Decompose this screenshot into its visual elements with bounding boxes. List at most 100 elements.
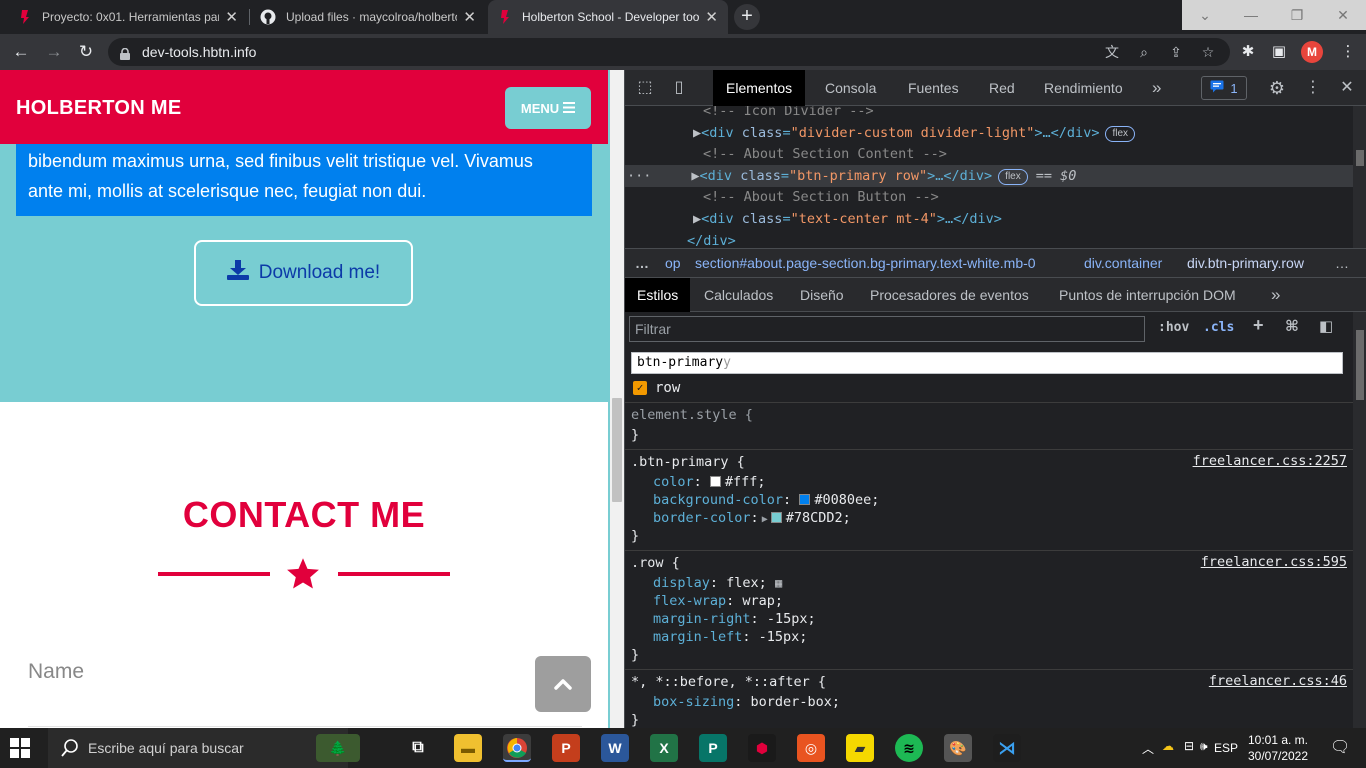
breadcrumb-item-container[interactable]: div.container <box>1084 249 1162 277</box>
search-highlight-icon[interactable]: 🌲 <box>316 734 360 762</box>
devtools-tab-red[interactable]: Red <box>976 70 1028 106</box>
settings-gear-icon[interactable]: ⚙ <box>1265 76 1289 100</box>
browser-tab-holberton[interactable]: Holberton School - Developer too ✕ <box>488 0 728 34</box>
style-property[interactable]: flex-wrap: wrap; <box>653 592 783 610</box>
class-toggle-row[interactable]: ✓ row <box>633 380 680 396</box>
close-tab-icon[interactable]: ✕ <box>463 8 476 26</box>
dom-node-divider[interactable]: ▶<div class="divider-custom divider-ligh… <box>625 122 1353 144</box>
devtools-more-icon[interactable]: ⋮ <box>1301 76 1325 100</box>
close-tab-icon[interactable]: ✕ <box>225 8 238 26</box>
volume-icon[interactable]: 🕪 <box>1200 739 1208 754</box>
expand-triangle-icon[interactable]: ▶ <box>691 168 699 184</box>
dom-node-comment[interactable]: <!-- About Section Button --> <box>625 186 1353 208</box>
elements-scrollbar-thumb[interactable] <box>1356 150 1364 166</box>
hov-toggle[interactable]: :hov <box>1158 320 1189 335</box>
rule-source-link[interactable]: freelancer.css:595 <box>1201 554 1347 570</box>
subtab-estilos[interactable]: Estilos <box>625 278 691 312</box>
dom-node-comment[interactable]: <!-- About Section Content --> <box>625 143 1353 165</box>
style-property[interactable]: background-color: #0080ee; <box>653 491 879 509</box>
breadcrumb-item[interactable]: op <box>665 249 681 277</box>
minimize-button[interactable]: — <box>1228 0 1274 30</box>
style-property[interactable]: margin-left: -15px; <box>653 628 807 646</box>
rule-source-link[interactable]: freelancer.css:2257 <box>1193 453 1347 469</box>
powerpoint-icon[interactable]: P <box>552 734 580 762</box>
rule-selector[interactable]: *, *::before, *::after { <box>631 673 826 691</box>
notifications-icon[interactable]: 🗨 <box>1330 737 1350 757</box>
share-icon[interactable]: ⇪ <box>1166 42 1186 62</box>
cls-toggle[interactable]: .cls <box>1203 320 1234 335</box>
windows-start-button[interactable] <box>10 738 30 758</box>
forward-button[interactable]: → <box>42 40 66 64</box>
color-swatch[interactable] <box>799 494 811 505</box>
add-rule-icon[interactable]: + <box>1253 315 1264 336</box>
styles-scrollbar[interactable] <box>1353 312 1366 728</box>
subtab-procesadores[interactable]: Procesadores de eventos <box>858 278 1041 312</box>
browser-tab-proyecto[interactable]: Proyecto: 0x01. Herramientas para ✕ <box>8 0 248 34</box>
ubuntu-icon[interactable]: ◎ <box>797 734 825 762</box>
styles-filter-input[interactable]: Filtrar <box>629 316 1145 342</box>
class-input[interactable]: btn-primaryy <box>631 352 1343 374</box>
devtools-tab-elementos[interactable]: Elementos <box>713 70 806 106</box>
breadcrumb-overflow-left[interactable]: … <box>635 249 649 277</box>
devtools-tab-rendimiento[interactable]: Rendimiento <box>1031 70 1136 106</box>
side-panel-icon[interactable]: ▣ <box>1267 40 1291 64</box>
issues-button[interactable]: 1 <box>1201 76 1247 100</box>
bookmark-star-icon[interactable]: ☆ <box>1198 42 1218 62</box>
breadcrumb-overflow-right[interactable]: … <box>1335 249 1349 277</box>
site-brand[interactable]: HOLBERTON ME <box>16 97 181 120</box>
address-bar[interactable]: dev-tools.hbtn.info 文 ⌕ ⇪ ☆ <box>108 38 1230 66</box>
close-devtools-icon[interactable]: ✕ <box>1335 76 1359 100</box>
tab-search-button[interactable]: ⌄ <box>1182 0 1228 30</box>
dom-node-selected[interactable]: ··· ▶<div class="btn-primary row">…</div>… <box>625 165 1353 187</box>
flexbox-editor-icon[interactable]: ▦ <box>775 576 782 590</box>
language-indicator[interactable]: ESP <box>1214 741 1238 755</box>
ellipsis-icon[interactable]: ··· <box>627 168 651 184</box>
color-swatch[interactable] <box>709 476 721 487</box>
checkbox-checked-icon[interactable]: ✓ <box>633 381 647 395</box>
spotify-icon[interactable]: ≋ <box>895 734 923 762</box>
back-button[interactable]: ← <box>9 40 33 64</box>
more-tabs-icon[interactable]: » <box>1139 70 1174 106</box>
davinci-icon[interactable]: ⬢ <box>748 734 776 762</box>
expand-triangle-icon[interactable]: ▶ <box>762 514 768 525</box>
flex-badge[interactable]: flex <box>998 169 1028 185</box>
toggle-sidebar-icon[interactable]: ◧ <box>1319 317 1333 335</box>
word-icon[interactable]: W <box>601 734 629 762</box>
style-property[interactable]: color: #fff; <box>653 473 766 491</box>
file-explorer-icon[interactable]: ▬ <box>454 734 482 762</box>
dom-node-text-center[interactable]: ▶<div class="text-center mt-4">…</div> <box>625 208 1353 230</box>
expand-triangle-icon[interactable]: ▶ <box>693 125 701 141</box>
browser-tab-github[interactable]: Upload files · maycolroa/holbertonschool… <box>250 0 486 34</box>
menu-button[interactable]: MENU <box>505 87 591 129</box>
more-subtabs-icon[interactable]: » <box>1259 278 1292 312</box>
breadcrumb-item-selected[interactable]: div.btn-primary.row <box>1187 249 1304 277</box>
translate-icon[interactable]: 文 <box>1102 42 1122 62</box>
style-property[interactable]: box-sizing: border-box; <box>653 693 840 711</box>
extensions-icon[interactable]: ✱ <box>1236 40 1260 64</box>
more-menu-icon[interactable]: ⋮ <box>1336 40 1360 64</box>
taskbar-search[interactable]: Escribe aquí para buscar <box>48 728 348 768</box>
rule-selector[interactable]: element.style { <box>631 406 753 424</box>
sticky-notes-icon[interactable]: ▰ <box>846 734 874 762</box>
zoom-icon[interactable]: ⌕ <box>1134 42 1154 62</box>
show-hidden-icons[interactable]: ︿ <box>1142 740 1154 757</box>
close-tab-icon[interactable]: ✕ <box>705 8 718 26</box>
styles-scrollbar-thumb[interactable] <box>1356 330 1364 400</box>
page-scrollbar[interactable] <box>610 70 624 728</box>
expand-triangle-icon[interactable]: ▶ <box>693 211 701 227</box>
rule-source-link[interactable]: freelancer.css:46 <box>1209 673 1347 689</box>
rule-selector[interactable]: .row { <box>631 554 680 572</box>
name-input-placeholder[interactable]: Name <box>28 660 84 684</box>
paint-brush-icon[interactable]: ⌘ <box>1285 317 1299 335</box>
page-scrollbar-thumb[interactable] <box>612 398 622 502</box>
devtools-tab-fuentes[interactable]: Fuentes <box>895 70 972 106</box>
new-tab-button[interactable]: + <box>734 4 760 30</box>
rule-selector[interactable]: .btn-primary { <box>631 453 745 471</box>
excel-icon[interactable]: X <box>650 734 678 762</box>
profile-avatar[interactable]: M <box>1301 41 1323 63</box>
chrome-icon[interactable] <box>503 734 531 762</box>
download-button[interactable]: Download me! <box>194 240 413 306</box>
weather-icon[interactable]: ☁ <box>1162 739 1174 753</box>
breadcrumb-item-section[interactable]: section#about.page-section.bg-primary.te… <box>695 249 1036 277</box>
publisher-icon[interactable]: P <box>699 734 727 762</box>
